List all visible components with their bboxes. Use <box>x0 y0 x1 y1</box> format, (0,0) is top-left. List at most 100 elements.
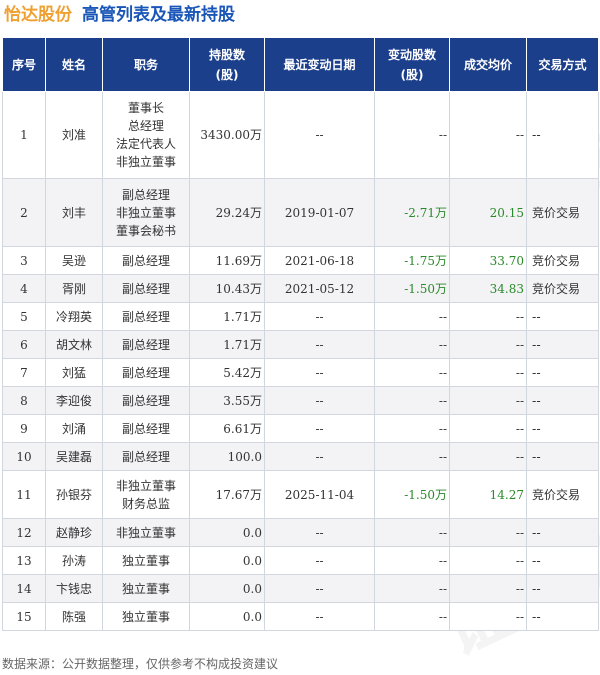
cell-name: 吴建磊 <box>45 442 103 471</box>
cell-method: -- <box>526 574 599 603</box>
table-row: 5 冷翔英 副总经理 1.71万 -- -- -- -- <box>2 302 599 331</box>
cell-name: 刘准 <box>45 91 103 179</box>
cell-no: 8 <box>2 386 46 415</box>
cell-change: -- <box>374 358 450 387</box>
cell-change: -- <box>374 302 450 331</box>
position-line: 总经理 <box>127 119 164 133</box>
table-row: 7 刘猛 副总经理 5.42万 -- -- -- -- <box>2 358 599 387</box>
cell-shares: 10.43万 <box>189 274 265 303</box>
cell-name: 刘猛 <box>45 358 103 387</box>
cell-shares: 1.71万 <box>189 330 265 359</box>
table-row: 9 刘涌 副总经理 6.61万 -- -- -- -- <box>2 414 599 443</box>
position-line: 副总经理 <box>121 253 170 268</box>
cell-shares: 11.69万 <box>189 246 265 275</box>
cell-name: 胥刚 <box>45 274 103 303</box>
cell-price: 14.27 <box>449 470 527 519</box>
table-row: 12 赵静珍 非独立董事 0.0 -- -- -- -- <box>2 518 599 547</box>
position-line: 董事长 <box>127 101 164 115</box>
cell-no: 5 <box>2 302 46 331</box>
table-subtitle: 高管列表及最新持股 <box>82 5 235 25</box>
footer-note: 数据来源：公开数据整理，仅供参考不构成投资建议 <box>2 657 279 671</box>
cell-shares: 1.71万 <box>189 302 265 331</box>
cell-name: 刘丰 <box>45 178 103 247</box>
cell-no: 9 <box>2 414 46 443</box>
cell-position: 副总经理 <box>102 302 190 331</box>
position-line: 副总经理 <box>121 365 170 380</box>
position-line: 非独立董事 <box>115 478 176 493</box>
cell-price: 20.15 <box>449 178 527 247</box>
cell-name: 胡文林 <box>45 330 103 359</box>
cell-method: -- <box>526 518 599 547</box>
cell-shares: 0.0 <box>189 602 265 631</box>
position-line: 副总经理 <box>121 281 170 296</box>
cell-change: -1.50万 <box>374 274 450 303</box>
cell-method: -- <box>526 602 599 631</box>
position-line: 非独立董事 <box>115 525 176 540</box>
cell-position: 副总经理 <box>102 246 190 275</box>
cell-position: 副总经理 <box>102 274 190 303</box>
cell-name: 孙银芬 <box>45 470 103 519</box>
table-row: 6 胡文林 副总经理 1.71万 -- -- -- -- <box>2 330 599 359</box>
cell-name: 冷翔英 <box>45 302 103 331</box>
cell-name: 李迎俊 <box>45 386 103 415</box>
cell-position: 独立董事 <box>102 574 190 603</box>
cell-price: -- <box>449 602 527 631</box>
cell-date: -- <box>264 91 375 179</box>
cell-change: -- <box>374 91 450 179</box>
cell-position: 副总经理 <box>102 386 190 415</box>
col-header-method: 交易方式 <box>526 37 599 92</box>
cell-change: -- <box>374 602 450 631</box>
col-header-name: 姓名 <box>45 37 103 92</box>
cell-shares: 0.0 <box>189 574 265 603</box>
cell-method: 竞价交易 <box>526 274 599 303</box>
cell-shares: 5.42万 <box>189 358 265 387</box>
cell-no: 11 <box>2 470 46 519</box>
cell-date: -- <box>264 574 375 603</box>
cell-date: -- <box>264 518 375 547</box>
cell-date: 2025-11-04 <box>264 470 375 519</box>
cell-price: -- <box>449 358 527 387</box>
cell-date: 2019-01-07 <box>264 178 375 247</box>
cell-position: 董事长 总经理 法定代表人 非独立董事 <box>102 91 190 179</box>
cell-position: 副总经理 非独立董事 董事会秘书 <box>102 178 190 247</box>
table-row: 8 李迎俊 副总经理 3.55万 -- -- -- -- <box>2 386 599 415</box>
position-line: 独立董事 <box>121 553 170 568</box>
table-row: 14 卞钱忠 独立董事 0.0 -- -- -- -- <box>2 574 599 603</box>
cell-method: -- <box>526 546 599 575</box>
cell-shares: 0.0 <box>189 546 265 575</box>
cell-price: -- <box>449 330 527 359</box>
table-row: 11 孙银芬 非独立董事 财务总监 17.67万 2025-11-04 -1.50万 14.2… <box>2 470 599 519</box>
cell-change: -- <box>374 574 450 603</box>
executive-table: 序号 姓名 职务 持股数 (股) 最近变动日期 变动股数 (股) 成交均价 交易… <box>2 37 599 631</box>
cell-name: 孙涛 <box>45 546 103 575</box>
cell-price: -- <box>449 414 527 443</box>
position-line: 副总经理 <box>121 449 170 464</box>
cell-shares: 17.67万 <box>189 470 265 519</box>
cell-shares: 0.0 <box>189 518 265 547</box>
cell-method: 竞价交易 <box>526 178 599 247</box>
table-row: 2 刘丰 副总经理 非独立董事 董事会秘书 29.24万 2019-01-07 -2.71万 2… <box>2 178 599 247</box>
cell-shares: 29.24万 <box>189 178 265 247</box>
cell-change: -1.75万 <box>374 246 450 275</box>
table-row: 1 刘准 董事长 总经理 法定代表人 非独立董事 3430.00万 -- -- -- -- <box>2 91 599 179</box>
position-line: 非独立董事 <box>115 205 176 220</box>
position-line: 非独立董事 <box>115 155 176 169</box>
cell-price: -- <box>449 386 527 415</box>
cell-change: -- <box>374 386 450 415</box>
cell-change: -- <box>374 546 450 575</box>
table-row: 13 孙涛 独立董事 0.0 -- -- -- -- <box>2 546 599 575</box>
cell-date: -- <box>264 386 375 415</box>
cell-no: 1 <box>2 91 46 179</box>
cell-name: 卞钱忠 <box>45 574 103 603</box>
cell-no: 12 <box>2 518 46 547</box>
position-line: 副总经理 <box>121 421 170 436</box>
cell-price: -- <box>449 91 527 179</box>
cell-price: -- <box>449 302 527 331</box>
cell-no: 6 <box>2 330 46 359</box>
cell-name: 刘涌 <box>45 414 103 443</box>
cell-position: 副总经理 <box>102 414 190 443</box>
cell-name: 陈强 <box>45 602 103 631</box>
cell-name: 赵静珍 <box>45 518 103 547</box>
col-header-shares: 持股数 (股) <box>189 37 265 92</box>
cell-date: -- <box>264 330 375 359</box>
